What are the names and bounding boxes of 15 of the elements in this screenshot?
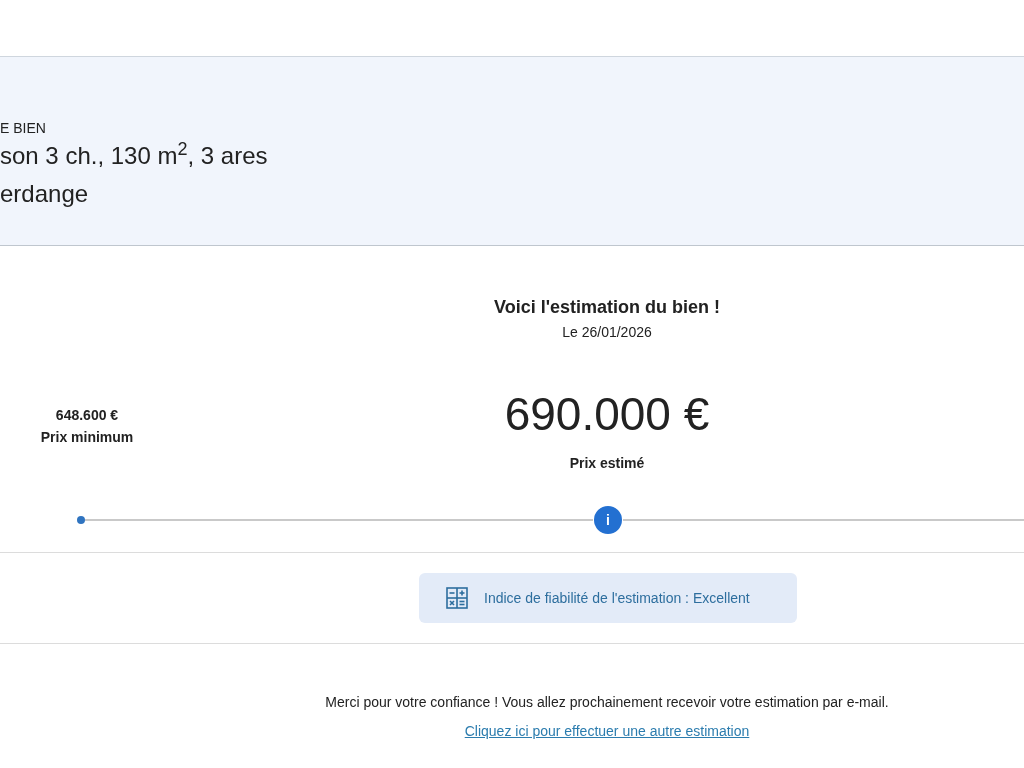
minimum-price-label: Prix minimum [39,428,135,447]
new-estimate-link[interactable]: Cliquez ici pour effectuer une autre estimation [464,723,750,739]
thank-you-message: Merci pour votre confiance ! Vous allez prochainement recevoir votre estimation par e-mail. [324,693,890,712]
property-label: E BIEN [0,119,47,137]
estimate-title: Voici l'estimation du bien ! [493,296,721,318]
estimated-price-label: Prix estimé [568,454,646,473]
estimated-price: 690.000 € [503,387,711,441]
property-description: son 3 ch., 130 m$^{2}$, 3 ares [0,141,269,171]
reliability-text: Indice de fiabilité de l'estimation : Excellent [484,588,750,608]
minimum-marker [77,516,85,524]
info-marker[interactable]: i [594,506,622,534]
calculator-icon [446,587,468,609]
estimate-date: Le 26/01/2026 [561,323,653,342]
property-location: erdange [0,179,90,209]
minimum-price: 648.600 € [54,406,120,425]
